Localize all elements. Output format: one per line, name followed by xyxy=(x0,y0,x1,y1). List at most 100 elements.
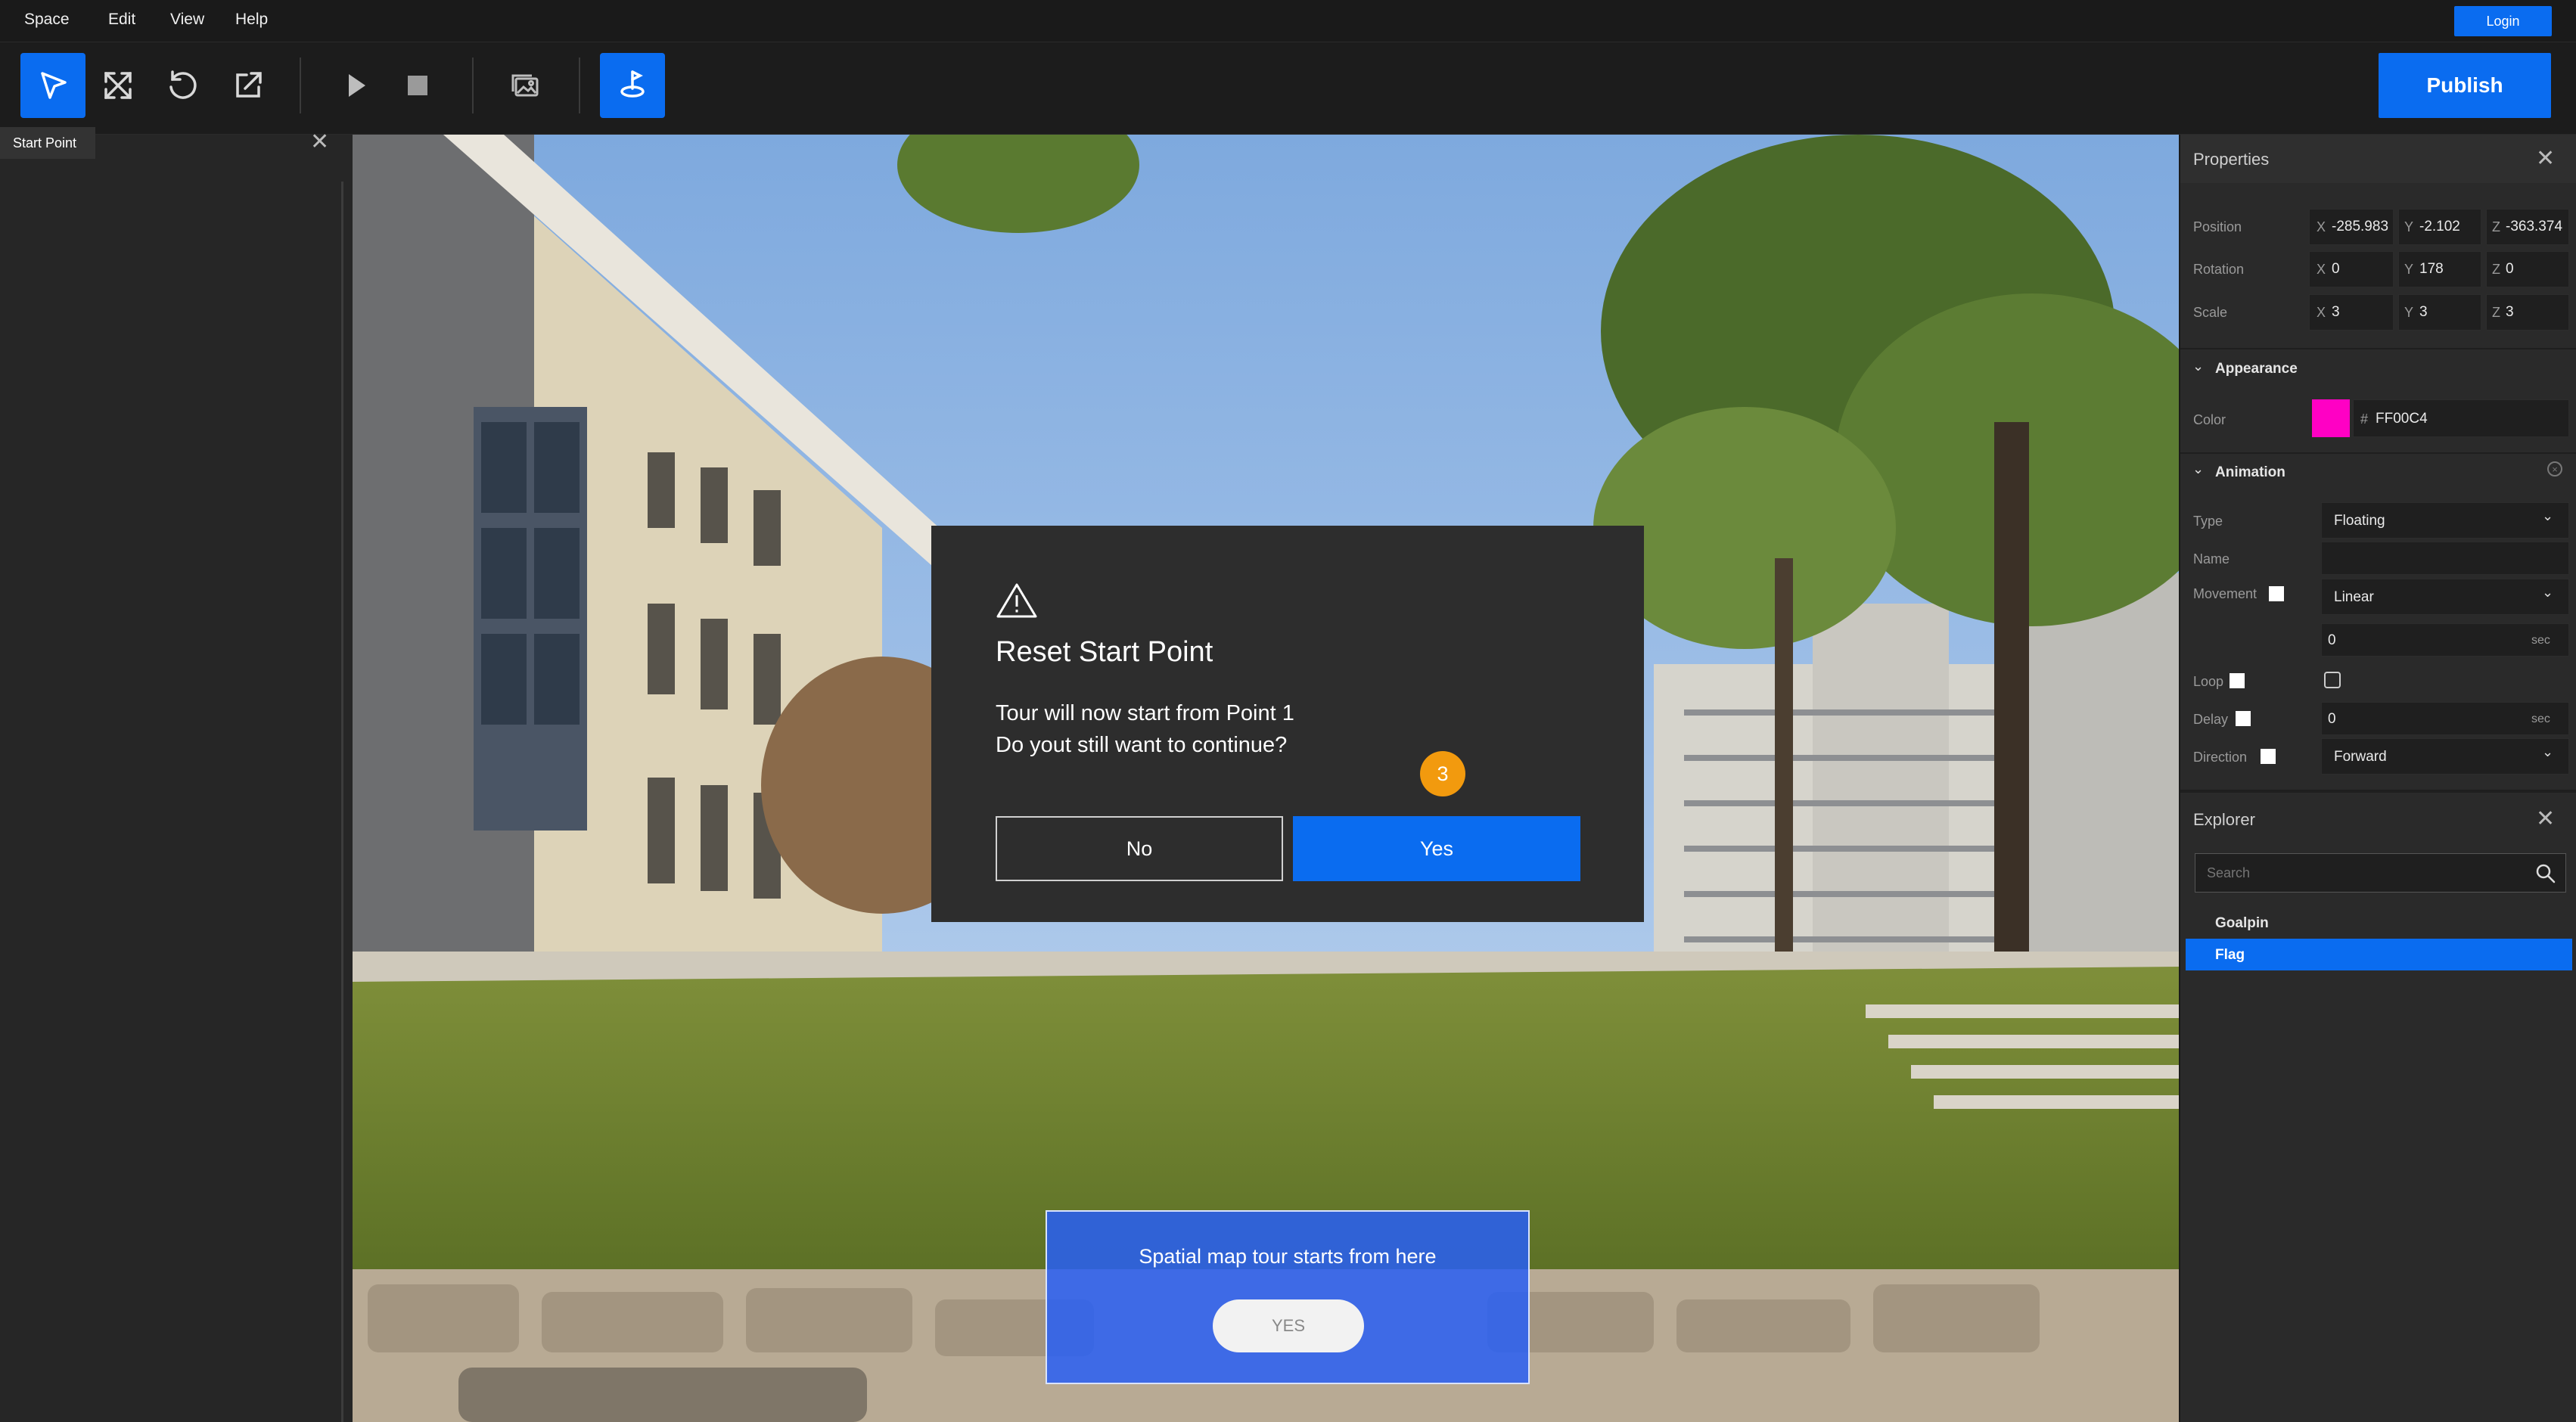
axis-label: Z xyxy=(2492,305,2500,320)
search-icon[interactable] xyxy=(2534,862,2557,885)
animation-title: Animation xyxy=(2215,464,2285,480)
warning-icon xyxy=(996,583,1037,618)
menu-bar xyxy=(0,0,2576,42)
delay-label: Delay xyxy=(2193,712,2229,727)
axis-label: Y xyxy=(2404,219,2414,234)
position-z-value: -363.374 xyxy=(2506,219,2563,234)
type-label: Type xyxy=(2193,514,2223,529)
dialog-message: Do yout still want to continue? xyxy=(996,733,1288,757)
stop-icon xyxy=(408,76,427,95)
start-point-card-text: Spatial map tour starts from here xyxy=(1139,1245,1437,1268)
loop-checkbox[interactable] xyxy=(2230,673,2245,688)
color-swatch[interactable] xyxy=(2312,399,2350,437)
close-icon[interactable]: ✕ xyxy=(2536,145,2555,172)
appearance-title: Appearance xyxy=(2215,361,2298,377)
chevron-down-icon: ⌄ xyxy=(2542,744,2554,759)
chevron-down-icon[interactable]: ⌄ xyxy=(2192,359,2204,374)
yes-button[interactable]: Yes xyxy=(1293,816,1580,881)
toolbar-divider xyxy=(472,57,474,113)
axis-label: Y xyxy=(2404,262,2414,277)
name-label: Name xyxy=(2193,551,2230,567)
panel-divider xyxy=(2180,790,2576,793)
duration-value: 0 xyxy=(2328,632,2336,648)
dialog-message: Tour will now start from Point 1 xyxy=(996,701,1294,725)
scale-z-value: 3 xyxy=(2506,304,2514,320)
section-divider xyxy=(2180,452,2576,454)
delay-checkbox[interactable] xyxy=(2236,711,2251,726)
dialog-title: Reset Start Point xyxy=(996,636,1213,668)
publish-button[interactable]: Publish xyxy=(2379,53,2551,118)
reset-start-point-dialog: Reset Start Point Tour will now start fr… xyxy=(931,526,1644,922)
scale-label: Scale xyxy=(2193,305,2228,320)
direction-checkbox[interactable] xyxy=(2261,749,2276,764)
export-tool-button[interactable] xyxy=(216,53,281,118)
type-value: Floating xyxy=(2334,513,2385,529)
scrollbar[interactable] xyxy=(341,182,343,1422)
select-tool-icon xyxy=(41,72,67,99)
loop-toggle[interactable] xyxy=(2324,672,2341,688)
delay-unit: sec xyxy=(2531,713,2550,725)
gallery-icon xyxy=(511,74,539,97)
start-point-tool-button[interactable] xyxy=(600,53,665,118)
name-input[interactable] xyxy=(2321,542,2569,575)
gallery-button[interactable] xyxy=(493,53,558,118)
color-hex-value: FF00C4 xyxy=(2376,411,2428,427)
explorer-search-input[interactable] xyxy=(2195,853,2566,893)
movement-value: Linear xyxy=(2334,589,2374,605)
axis-label: X xyxy=(2317,262,2326,277)
movement-checkbox[interactable] xyxy=(2269,586,2284,601)
movement-label: Movement xyxy=(2193,586,2257,601)
scale-x-value: 3 xyxy=(2332,304,2340,320)
start-point-tab[interactable]: Start Point xyxy=(0,127,95,159)
close-icon[interactable]: ✕ xyxy=(310,129,329,155)
start-point-yes-button[interactable]: YES xyxy=(1213,1299,1364,1352)
axis-label: Z xyxy=(2492,219,2500,234)
scale-tool-icon xyxy=(104,72,132,99)
rotation-y-value: 178 xyxy=(2419,261,2444,277)
start-point-card: Spatial map tour starts from here YES xyxy=(1046,1210,1530,1384)
hash-label: # xyxy=(2360,411,2369,427)
rotation-label: Rotation xyxy=(2193,262,2245,277)
loop-label: Loop xyxy=(2193,674,2224,689)
menu-help[interactable]: Help xyxy=(235,11,268,29)
scale-tool-button[interactable] xyxy=(85,53,151,118)
direction-label: Direction xyxy=(2193,750,2248,765)
chevron-down-icon[interactable]: ⌄ xyxy=(2192,461,2204,477)
toolbar-divider xyxy=(300,57,301,113)
position-x-value: -285.983 xyxy=(2332,219,2389,234)
rotate-tool-button[interactable] xyxy=(151,53,216,118)
select-tool-button[interactable] xyxy=(20,53,85,118)
properties-title: Properties xyxy=(2193,150,2270,169)
position-label: Position xyxy=(2193,219,2242,234)
duration-unit: sec xyxy=(2531,634,2550,647)
menu-edit[interactable]: Edit xyxy=(108,11,135,29)
direction-value: Forward xyxy=(2334,749,2387,765)
close-icon[interactable]: ✕ xyxy=(2536,806,2555,832)
explorer-title: Explorer xyxy=(2193,810,2255,829)
section-divider xyxy=(2180,348,2576,349)
play-button[interactable] xyxy=(323,53,388,118)
axis-label: Z xyxy=(2492,262,2500,277)
no-button[interactable]: No xyxy=(996,816,1283,881)
step-badge: 3 xyxy=(1420,751,1465,796)
rotate-tool-icon xyxy=(169,70,197,99)
menu-space[interactable]: Space xyxy=(24,11,70,29)
login-button[interactable]: Login xyxy=(2454,6,2552,36)
explorer-item-flag[interactable]: Flag xyxy=(2215,947,2245,964)
chevron-down-icon: ⌄ xyxy=(2542,508,2554,523)
chevron-down-icon: ⌄ xyxy=(2542,585,2554,600)
delay-value: 0 xyxy=(2328,711,2336,727)
play-icon xyxy=(349,74,365,97)
export-tool-icon xyxy=(236,72,262,98)
position-y-value: -2.102 xyxy=(2419,219,2460,234)
explorer-item-goalpin[interactable]: Goalpin xyxy=(2215,915,2269,932)
remove-icon[interactable]: × xyxy=(2547,461,2562,477)
rotation-z-value: 0 xyxy=(2506,261,2514,277)
stop-button[interactable] xyxy=(385,53,450,118)
axis-label: Y xyxy=(2404,305,2414,320)
rotation-x-value: 0 xyxy=(2332,261,2340,277)
scale-y-value: 3 xyxy=(2419,304,2428,320)
axis-label: X xyxy=(2317,219,2326,234)
menu-view[interactable]: View xyxy=(170,11,204,29)
left-panel xyxy=(0,135,353,1422)
